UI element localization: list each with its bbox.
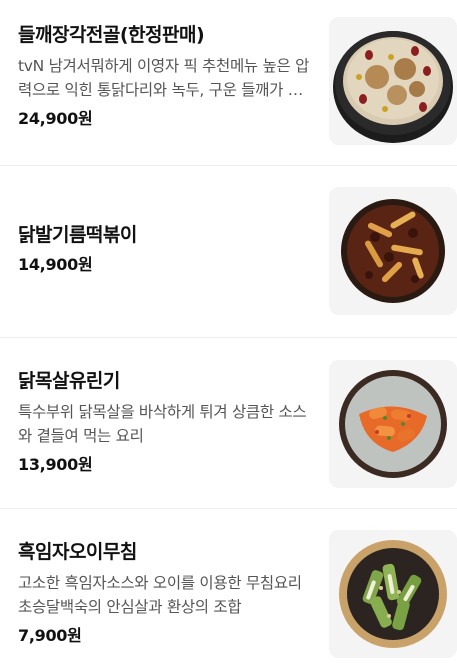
- menu-item-price: 13,900원: [18, 455, 93, 474]
- menu-item-text: 들깨장각전골(한정판매) tvN 남겨서뭐하게 이영자 픽 추천메뉴 높은 압력…: [18, 22, 314, 130]
- chicken-neck-yuringi-image: [329, 360, 457, 488]
- menu-item-name: 들깨장각전골(한정판매): [18, 24, 205, 46]
- menu-item[interactable]: 닭목살유린기 특수부위 닭목살을 바삭하게 튀겨 상큼한 소스와 곁들여 먹는 …: [0, 338, 457, 509]
- perilla-chicken-hotpot-image: [329, 17, 457, 145]
- menu-item-description: 특수부위 닭목살을 바삭하게 튀겨 상큼한 소스와 곁들여 먹는 요리: [18, 403, 307, 445]
- menu-list: 들깨장각전골(한정판매) tvN 남겨서뭐하게 이영자 픽 추천메뉴 높은 압력…: [0, 0, 457, 663]
- chicken-feet-tteokbokki-image: [329, 187, 457, 315]
- menu-item-price: 7,900원: [18, 626, 82, 645]
- menu-item-text: 닭발기름떡볶이 14,900원: [18, 222, 314, 276]
- menu-item-text: 흑임자오이무침 고소한 흑임자소스와 오이를 이용한 무침요리 초승달백숙의 안…: [18, 539, 314, 647]
- menu-item-description: tvN 남겨서뭐하게 이영자 픽 추천메뉴 높은 압력으로 익힌 통닭다리와 녹…: [18, 57, 310, 99]
- menu-item-price: 14,900원: [18, 255, 93, 274]
- menu-item-name: 닭목살유린기: [18, 370, 120, 392]
- menu-item-text: 닭목살유린기 특수부위 닭목살을 바삭하게 튀겨 상큼한 소스와 곁들여 먹는 …: [18, 368, 314, 476]
- menu-item-name: 닭발기름떡볶이: [18, 224, 137, 246]
- menu-item-description: 고소한 흑임자소스와 오이를 이용한 무침요리 초승달백숙의 안심살과 환상의 …: [18, 574, 302, 616]
- menu-item[interactable]: 흑임자오이무침 고소한 흑임자소스와 오이를 이용한 무침요리 초승달백숙의 안…: [0, 509, 457, 663]
- black-sesame-cucumber-salad-image: [329, 530, 457, 658]
- menu-item[interactable]: 닭발기름떡볶이 14,900원: [0, 166, 457, 338]
- menu-item-price: 24,900원: [18, 109, 93, 128]
- menu-item-name: 흑임자오이무침: [18, 541, 137, 563]
- menu-item[interactable]: 들깨장각전골(한정판매) tvN 남겨서뭐하게 이영자 픽 추천메뉴 높은 압력…: [0, 0, 457, 166]
